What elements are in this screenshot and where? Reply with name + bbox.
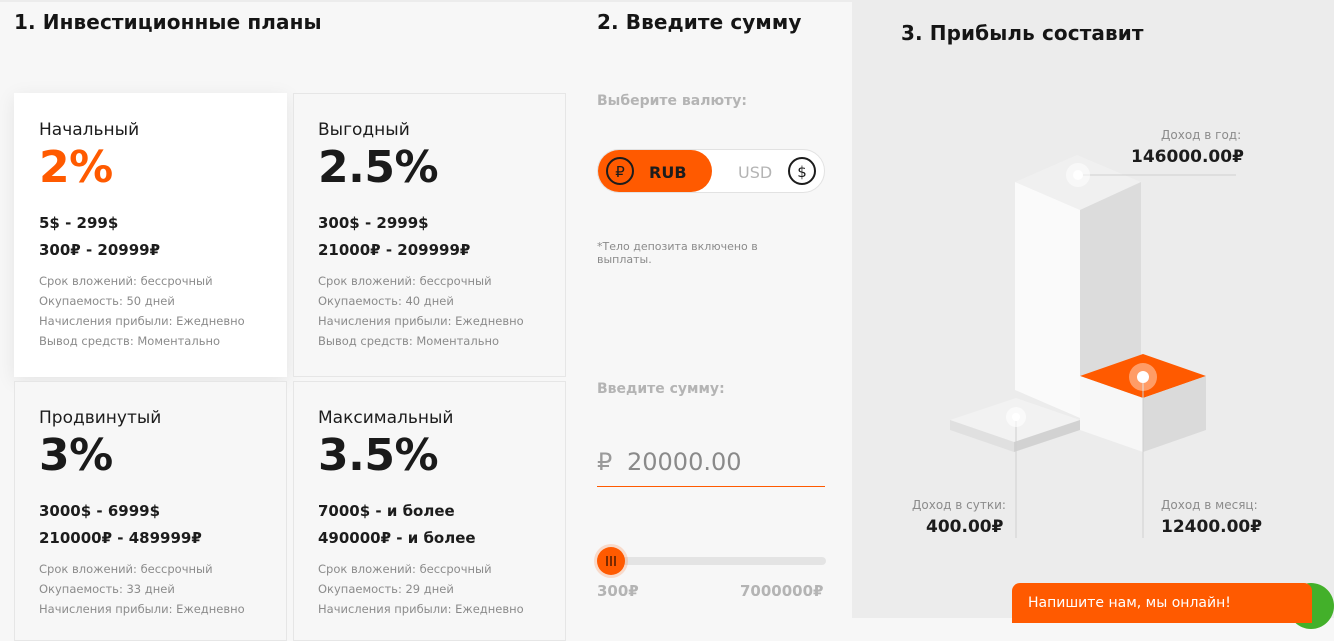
plan-name: Выгодный [318, 120, 410, 140]
currency-rub-label: RUB [649, 163, 687, 182]
plan-detail-payback: Окупаемость: 50 дней [39, 294, 175, 308]
year-income-label: Доход в год: [1161, 128, 1242, 142]
chat-widget-label: Напишите нам, мы онлайн! [1028, 595, 1231, 611]
dollar-coin-icon[interactable]: $ [788, 157, 816, 185]
amount-slider-handle[interactable] [597, 547, 625, 575]
plan-name: Максимальный [318, 408, 454, 428]
slider-grip-icon [606, 556, 608, 566]
day-income-label: Доход в сутки: [912, 498, 1006, 512]
plan-percent: 2% [39, 142, 113, 193]
slider-grip-icon [614, 556, 616, 566]
plan-detail-term: Срок вложений: бессрочный [318, 562, 492, 576]
plan-percent: 2.5% [318, 142, 439, 193]
plan-name: Продвинутый [39, 408, 162, 428]
plan-card-starter[interactable]: Начальный 2% 5$ - 299$ 300₽ - 20999₽ Сро… [14, 93, 287, 377]
plans-title: 1. Инвестиционные планы [14, 10, 322, 34]
plan-detail-payback: Окупаемость: 33 дней [39, 582, 175, 596]
amount-field[interactable]: ₽ 20000.00 [597, 444, 825, 487]
amount-slider-track[interactable] [597, 557, 826, 565]
year-column-left [1015, 182, 1080, 418]
month-income-label: Доход в месяц: [1161, 498, 1258, 512]
plan-card-advanced[interactable]: Продвинутый 3% 3000$ - 6999$ 210000₽ - 4… [14, 381, 287, 641]
slider-max-label: 7000000₽ [740, 582, 824, 600]
year-marker [1073, 170, 1083, 180]
plan-rub-range: 210000₽ - 489999₽ [39, 529, 202, 547]
plan-percent: 3% [39, 430, 113, 481]
currency-option-usd[interactable]: USD [738, 163, 772, 182]
plan-percent: 3.5% [318, 430, 439, 481]
plan-rub-range: 490000₽ - и более [318, 529, 476, 547]
slider-grip-icon [610, 556, 612, 566]
currency-toggle[interactable]: ₽ RUB USD $ [597, 149, 825, 193]
year-income-value: 146000.00₽ [1131, 147, 1244, 167]
plan-detail-term: Срок вложений: бессрочный [318, 274, 492, 288]
plan-card-maximum[interactable]: Максимальный 3.5% 7000$ - и более 490000… [293, 381, 566, 641]
currency-label: Выберите валюту: [597, 93, 747, 109]
amount-title: 2. Введите сумму [597, 10, 802, 34]
plan-card-profitable[interactable]: Выгодный 2.5% 300$ - 2999$ 21000₽ - 2099… [293, 93, 566, 377]
plan-usd-range: 7000$ - и более [318, 502, 455, 520]
plan-name: Начальный [39, 120, 140, 140]
chat-widget-button[interactable]: Напишите нам, мы онлайн! [1012, 583, 1312, 623]
ruble-coin-icon: ₽ [606, 157, 634, 185]
plan-detail-payback: Окупаемость: 29 дней [318, 582, 454, 596]
plan-usd-range: 5$ - 299$ [39, 214, 119, 232]
plan-rub-range: 300₽ - 20999₽ [39, 241, 161, 259]
month-income-value: 12400.00₽ [1161, 517, 1263, 537]
amount-label: Введите сумму: [597, 381, 725, 397]
plan-usd-range: 300$ - 2999$ [318, 214, 429, 232]
plan-detail-accrual: Начисления прибыли: Ежедневно [318, 602, 524, 616]
amount-input[interactable]: 20000.00 [627, 448, 817, 476]
plan-detail-term: Срок вложений: бессрочный [39, 274, 213, 288]
day-income-value: 400.00₽ [926, 517, 1004, 537]
profit-title: 3. Прибыль составит [901, 21, 1144, 45]
top-divider [0, 0, 852, 2]
month-marker [1137, 371, 1149, 383]
deposit-note: *Тело депозита включено в выплаты. [597, 240, 758, 266]
plan-usd-range: 3000$ - 6999$ [39, 502, 161, 520]
plan-detail-term: Срок вложений: бессрочный [39, 562, 213, 576]
plan-detail-accrual: Начисления прибыли: Ежедневно [318, 314, 524, 328]
plan-detail-withdraw: Вывод средств: Моментально [39, 334, 221, 348]
ruble-symbol: ₽ [597, 448, 613, 476]
plan-detail-accrual: Начисления прибыли: Ежедневно [39, 602, 245, 616]
currency-option-rub[interactable]: ₽ RUB [598, 150, 712, 192]
day-marker [1012, 413, 1020, 421]
plan-detail-payback: Окупаемость: 40 дней [318, 294, 454, 308]
slider-min-label: 300₽ [597, 582, 639, 600]
plan-detail-withdraw: Вывод средств: Моментально [318, 334, 500, 348]
plan-detail-accrual: Начисления прибыли: Ежедневно [39, 314, 245, 328]
plan-rub-range: 21000₽ - 209999₽ [318, 241, 471, 259]
